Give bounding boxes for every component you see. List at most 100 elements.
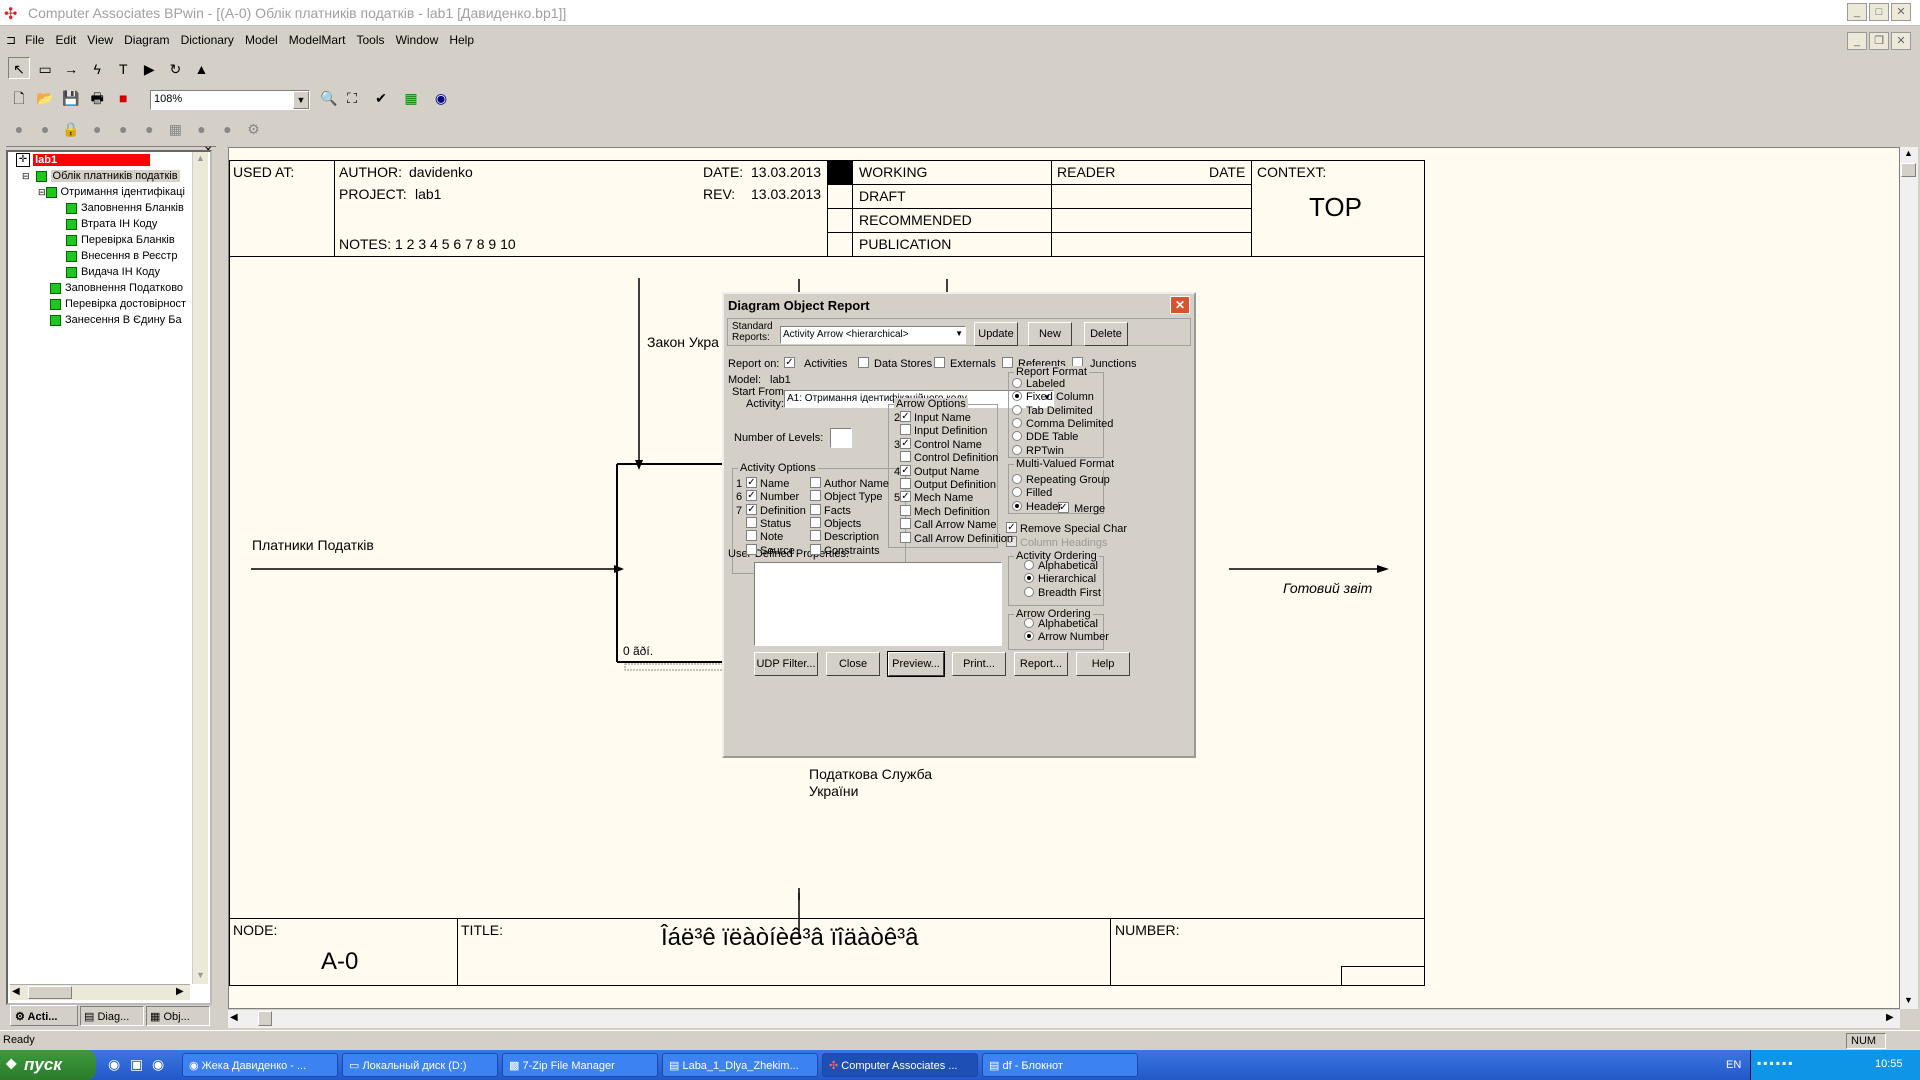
task-bpwin[interactable]: ✣ Computer Associates ... (822, 1053, 978, 1077)
scroll-down-icon[interactable]: ▼ (1904, 995, 1913, 1005)
open-icon[interactable]: 📂 (34, 87, 56, 109)
tree-item-3[interactable]: Втрата ІН Коду (66, 217, 157, 232)
delete-button[interactable]: Delete (1084, 322, 1128, 346)
activity-option-checkbox[interactable] (746, 543, 757, 555)
arrow-option-checkbox[interactable] (900, 478, 911, 489)
arrow-option-checkbox[interactable] (900, 531, 911, 543)
report-on-referents-checkbox[interactable] (1002, 357, 1013, 368)
tab-activities[interactable]: ⚙ Acti... (10, 1005, 78, 1026)
tab-diagrams[interactable]: ▤ Diag... (80, 1006, 144, 1026)
task-word[interactable]: ▤ Laba_1_Dlya_Zhekim... (662, 1053, 818, 1077)
activity-ordering-radio[interactable] (1024, 560, 1034, 570)
box-tool-icon[interactable]: ▭ (34, 58, 56, 80)
squiggle-tool-icon[interactable]: ϟ (86, 58, 108, 80)
multi-valued-radio[interactable] (1012, 474, 1022, 484)
update-button[interactable]: Update (974, 322, 1018, 346)
quicklaunch-disk-icon[interactable]: ▣ (130, 1056, 143, 1073)
close-button[interactable]: ✕ (1891, 3, 1911, 21)
scroll-right-icon[interactable]: ▶ (1886, 1012, 1894, 1023)
task-chrome[interactable]: ◉ Жека Давиденко - ... (182, 1053, 338, 1077)
report-button[interactable]: Report... (1014, 652, 1068, 676)
menu-modelmart[interactable]: ModelMart (285, 30, 350, 50)
scroll-thumb[interactable] (1901, 163, 1916, 177)
menu-view[interactable]: View (83, 30, 117, 50)
menu-model[interactable]: Model (241, 30, 282, 50)
collapse-icon[interactable]: ⊟ (38, 187, 46, 197)
tree-item-6[interactable]: Видача ІН Коду (66, 265, 160, 280)
text-tool-icon[interactable]: T (112, 58, 134, 80)
scroll-up-icon[interactable]: ▲ (1904, 148, 1913, 158)
tree-item-5[interactable]: Внесення в Реєстр (66, 249, 177, 264)
canvas-vscrollbar[interactable]: ▲ ▼ (1900, 147, 1918, 1009)
arrow-option-checkbox[interactable]: ✓ (900, 491, 911, 503)
scroll-up-icon[interactable]: ▲ (196, 153, 205, 163)
scroll-left-icon[interactable]: ◀ (12, 986, 20, 997)
mdi-minimize-button[interactable]: _ (1847, 32, 1867, 50)
arrow-option-checkbox[interactable] (900, 451, 911, 463)
go-to-child-icon[interactable]: ▶ (138, 58, 160, 80)
menu-dictionary[interactable]: Dictionary (177, 30, 238, 50)
udp-list[interactable] (754, 562, 1002, 646)
maximize-button[interactable]: □ (1869, 3, 1889, 21)
input-arrow-label[interactable]: Платники Податків (252, 537, 374, 553)
activity-option-checkbox[interactable] (810, 503, 821, 515)
tree-vscrollbar[interactable]: ▲ ▼ (192, 152, 208, 984)
tree-root[interactable]: ✛ lab1 (16, 153, 151, 168)
go-to-parent-icon[interactable]: ▲ (190, 58, 212, 80)
report-format-radio[interactable] (1012, 417, 1022, 428)
activity-option-checkbox[interactable]: ✓ (746, 490, 757, 502)
activity-option-checkbox[interactable]: ✓ (746, 503, 757, 515)
arrow-ordering-radio[interactable] (1024, 618, 1034, 628)
tree-item-9[interactable]: Занесення В Єдину Ба (50, 313, 182, 328)
activity-ordering-radio[interactable] (1024, 586, 1034, 597)
zoom-icon[interactable]: 🔍 (318, 87, 340, 109)
multi-valued-radio[interactable] (1012, 500, 1022, 511)
mdi-close-button[interactable]: ✕ (1891, 32, 1911, 50)
report-on-externals-checkbox[interactable] (934, 357, 945, 368)
report-format-radio[interactable] (1012, 404, 1022, 415)
new-icon[interactable]: 🗋 (8, 87, 30, 109)
arrow-option-checkbox[interactable]: ✓ (900, 464, 911, 476)
mechanism-arrow-label[interactable]: Податкова Служба України (809, 766, 932, 800)
dialog-close-button[interactable]: ✕ (1170, 296, 1190, 314)
color-icon[interactable]: ■ (112, 87, 134, 109)
tree-item-2[interactable]: Заповнення Бланків (66, 201, 184, 216)
help-button[interactable]: Help (1076, 652, 1130, 676)
arrow-option-checkbox[interactable] (900, 504, 911, 516)
quicklaunch-media-icon[interactable]: ◉ (152, 1056, 164, 1073)
udp-filter-button[interactable]: UDP Filter... (754, 652, 818, 676)
zoom-select[interactable]: 108% ▼ (150, 90, 310, 110)
activity-option-checkbox[interactable] (746, 530, 757, 542)
minimize-button[interactable]: _ (1847, 3, 1867, 21)
report-format-radio[interactable] (1012, 444, 1022, 455)
arrow-tool-icon[interactable]: → (60, 58, 82, 80)
tree-item-0[interactable]: ⊟ Облік платників податків (22, 169, 180, 184)
activity-box-label[interactable]: 0 ãðí. (623, 644, 653, 658)
standard-reports-select[interactable]: Activity Arrow <hierarchical> ▼ (780, 326, 966, 344)
tab-objects[interactable]: ▦ Obj... (146, 1006, 210, 1026)
number-of-levels-input[interactable] (830, 428, 852, 448)
preview-button[interactable]: Preview... (887, 651, 945, 677)
task-notepad[interactable]: ▤ df - Блокнот (982, 1053, 1138, 1077)
tree-hscrollbar[interactable]: ◀ ▶ (10, 984, 190, 1000)
activity-option-checkbox[interactable] (810, 477, 821, 488)
new-button[interactable]: New (1028, 322, 1072, 346)
tray-icons[interactable]: ▪▪▪▪▪▪ (1757, 1056, 1795, 1070)
activity-option-checkbox[interactable] (810, 490, 821, 502)
activity-option-checkbox[interactable]: ✓ (746, 477, 757, 488)
language-indicator[interactable]: EN (1726, 1059, 1741, 1071)
task-7zip[interactable]: ▩ 7-Zip File Manager (502, 1053, 658, 1077)
fit-icon[interactable]: ⛶ (341, 87, 363, 109)
start-button[interactable]: ❖ пуск (0, 1050, 96, 1080)
model-explorer-icon[interactable]: ▦ (400, 87, 422, 109)
modelmart-icon[interactable]: ◉ (430, 87, 452, 109)
menu-diagram[interactable]: Diagram (120, 30, 173, 50)
scroll-down-icon[interactable]: ▼ (196, 970, 205, 980)
arrow-option-checkbox[interactable] (900, 424, 911, 436)
arrow-option-checkbox[interactable]: ✓ (900, 437, 911, 449)
report-format-radio[interactable] (1012, 378, 1022, 388)
tree-item-8[interactable]: Перевірка достовірност (50, 297, 186, 312)
scroll-thumb[interactable] (258, 1011, 272, 1026)
control-arrow-label[interactable]: Закон Укра (647, 334, 719, 350)
report-on-datastores-checkbox[interactable] (858, 357, 869, 368)
